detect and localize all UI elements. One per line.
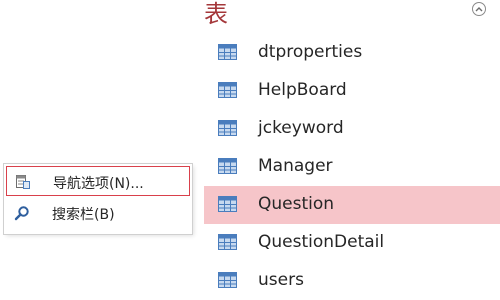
table-icon (218, 120, 237, 136)
table-item-dtproperties[interactable]: dtproperties (204, 34, 500, 72)
table-item-label: HelpBoard (258, 80, 347, 100)
menu-item-label: 搜索栏(B) (52, 207, 115, 223)
table-icon (218, 234, 237, 250)
table-icon (218, 158, 237, 174)
table-item-questiondetail[interactable]: QuestionDetail (204, 224, 500, 262)
table-item-helpboard[interactable]: HelpBoard (204, 72, 500, 110)
table-item-label: dtproperties (258, 42, 363, 62)
navigation-options-icon (16, 175, 30, 189)
table-icon (218, 196, 237, 212)
table-item-jckeyword[interactable]: jckeyword (204, 110, 500, 148)
table-item-question[interactable]: Question (204, 186, 500, 224)
group-title: 表 (204, 0, 228, 28)
table-item-label: Question (258, 194, 335, 214)
table-item-users[interactable]: users (204, 262, 500, 300)
table-group-header[interactable]: 表 (204, 0, 500, 30)
table-icon (218, 82, 237, 98)
search-icon (14, 206, 29, 221)
chevron-up-circle-icon[interactable] (472, 2, 486, 16)
menu-item-navigation-options[interactable]: 导航选项(N)... (6, 166, 190, 196)
table-icon (218, 44, 237, 60)
table-item-label: QuestionDetail (258, 232, 385, 252)
table-item-label: jckeyword (258, 118, 344, 138)
navigation-pane: 表 dtproperties HelpBoard jckeyword Manag… (0, 0, 500, 300)
table-list: dtproperties HelpBoard jckeyword Manager… (204, 34, 500, 300)
menu-item-label: 导航选项(N)... (53, 176, 144, 192)
table-icon (218, 272, 237, 288)
table-item-manager[interactable]: Manager (204, 148, 500, 186)
table-item-label: Manager (258, 156, 333, 176)
context-menu: 导航选项(N)... 搜索栏(B) (4, 164, 192, 234)
menu-item-search-bar[interactable]: 搜索栏(B) (6, 198, 190, 228)
table-item-label: users (258, 270, 304, 290)
